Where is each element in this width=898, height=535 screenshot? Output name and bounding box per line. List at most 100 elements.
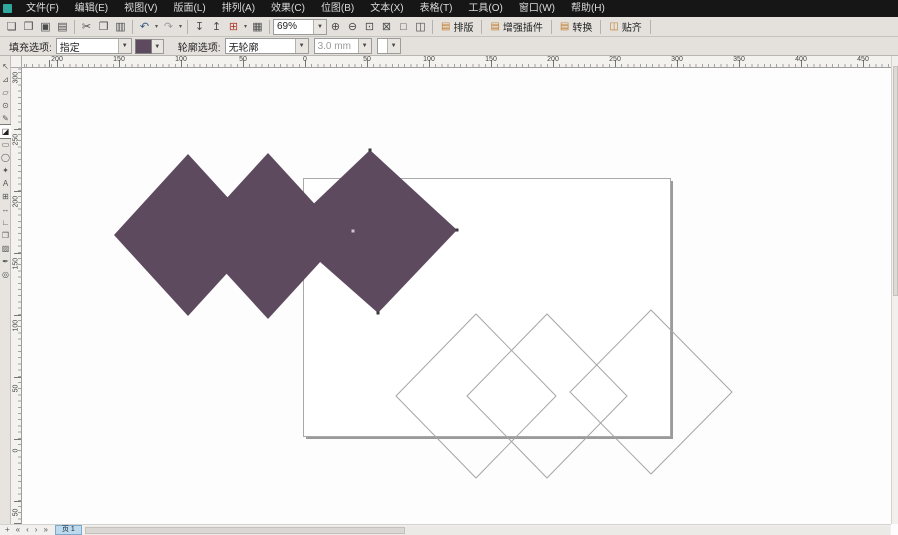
horizontal-scrollbar[interactable] (84, 525, 890, 535)
zoom-out-icon[interactable]: ⊖ (344, 19, 361, 35)
bottom-bar: + «‹ ›» 页 1 (0, 524, 891, 535)
vruler-label: 200 (12, 195, 20, 208)
zoom-all-objects-icon[interactable]: ⊠ (378, 19, 395, 35)
smart-fill-tool[interactable]: ◪ (0, 124, 12, 139)
plugins-button[interactable]: ▤ 增强插件 (485, 18, 547, 36)
ellipse-tool[interactable]: ◯ (0, 151, 11, 164)
chevron-down-icon[interactable]: ▾ (177, 23, 184, 30)
menu-item-10[interactable]: 窗口(W) (511, 0, 563, 17)
outline-mode-combo[interactable]: 无轮廓 ▼ (224, 38, 309, 54)
chevron-down-icon[interactable]: ▼ (313, 19, 326, 34)
paste-icon[interactable]: ▥ (112, 19, 129, 35)
page-nav-button-2[interactable]: ‹ (23, 525, 32, 535)
dimension-tool[interactable]: ↔ (0, 203, 11, 216)
menu-item-0[interactable]: 文件(F) (18, 0, 67, 17)
import-icon[interactable]: ↧ (191, 19, 208, 35)
redo-icon[interactable]: ↷ (160, 19, 177, 35)
menu-item-2[interactable]: 视图(V) (116, 0, 165, 17)
undo-icon[interactable]: ↶ (136, 19, 153, 35)
zoom-selected-icon[interactable]: ⊡ (361, 19, 378, 35)
new-document-icon[interactable]: ❏ (3, 19, 20, 35)
print-icon[interactable]: ▤ (54, 19, 71, 35)
shape-tool[interactable]: ⊿ (0, 73, 11, 86)
crop-tool[interactable]: ▱ (0, 86, 11, 99)
cut-icon[interactable]: ✂ (78, 19, 95, 35)
chevron-down-icon[interactable]: ▼ (294, 39, 308, 53)
hruler-label: 400 (795, 56, 807, 63)
horizontal-scrollbar-thumb[interactable] (84, 526, 405, 534)
chevron-down-icon[interactable]: ▼ (117, 39, 131, 53)
page-nav-button-0[interactable]: + (2, 525, 13, 535)
hruler-label: 200 (51, 56, 63, 63)
menu-item-3[interactable]: 版面(L) (165, 0, 213, 17)
hruler-label: 250 (609, 56, 621, 63)
layout-button[interactable]: ▤ 排版 (436, 18, 478, 36)
connector-tool[interactable]: ∟ (0, 216, 11, 229)
vruler-label: 300 (12, 71, 20, 84)
drawing-surface[interactable] (22, 68, 891, 524)
menu-bar: 文件(F) 编辑(E) 视图(V) 版面(L) 排列(A) 效果(C) 位图(B) 文本(X)… (0, 0, 898, 17)
menu-item-4[interactable]: 排列(A) (214, 0, 263, 17)
zoom-tool[interactable]: ⊙ (0, 99, 11, 112)
polygon-tool[interactable]: ✦ (0, 164, 11, 177)
outline-width-value: 3.0 mm (317, 40, 351, 52)
fill-color-picker[interactable]: ▼ (134, 38, 164, 54)
page-nav-button-4[interactable]: » (40, 525, 50, 535)
copy-icon[interactable]: ❐ (95, 19, 112, 35)
convert-button[interactable]: ▤ 转换 (555, 18, 597, 36)
open-icon[interactable]: ❒ (20, 19, 37, 35)
horizontal-ruler[interactable]: 200 150 100 50 0 50 100 150 200 250 300 350 400 450 (22, 56, 898, 68)
save-icon[interactable]: ▣ (37, 19, 54, 35)
outline-style-combo: ▼ (376, 38, 401, 54)
standard-toolbar: ❏ ❒ ▣ ▤ ✂ ❐ ▥ ↶ ▾ ↷ ▾ ↧ ↥ ⊞ ▾ ▦ 69% ▼ ⊕ ⊖ ⊡ ⊠ □ ◫ ▤ 排版 ▤ 增强插件 ▤ 转… (0, 17, 898, 37)
vertical-scrollbar-thumb[interactable] (893, 66, 898, 296)
menu-item-7[interactable]: 文本(X) (362, 0, 411, 17)
button-label: 增强插件 (502, 23, 543, 34)
drawing-canvas[interactable] (22, 68, 891, 524)
table-tool[interactable]: ⊞ (0, 190, 11, 203)
chevron-down-icon[interactable]: ▼ (151, 38, 164, 54)
fill-color-swatch[interactable] (134, 38, 152, 54)
pick-tool[interactable]: ↖ (0, 60, 11, 73)
chevron-down-icon[interactable]: ▾ (242, 23, 249, 30)
page-nav-button-1[interactable]: « (13, 525, 23, 535)
menu-item-6[interactable]: 位图(B) (313, 0, 362, 17)
rectangle-tool[interactable]: ▭ (0, 138, 11, 151)
hruler-label: 150 (485, 56, 497, 63)
menu-item-1[interactable]: 编辑(E) (67, 0, 116, 17)
layout-icon: ▤ (441, 21, 451, 32)
chevron-down-icon[interactable]: ▾ (153, 23, 160, 30)
menu-item-9[interactable]: 工具(O) (460, 0, 510, 17)
menu-item-5[interactable]: 效果(C) (263, 0, 313, 17)
page-nav-button-3[interactable]: › (32, 525, 41, 535)
snap-button[interactable]: ◫ 贴齐 (604, 18, 646, 36)
selection-node[interactable] (368, 148, 372, 152)
separator (600, 19, 602, 34)
vertical-ruler[interactable]: 300 250 200 150 100 50 0 50 (11, 68, 22, 524)
zoom-in-icon[interactable]: ⊕ (327, 19, 344, 35)
app-icon[interactable] (3, 4, 12, 13)
freehand-tool[interactable]: ✎ (0, 112, 11, 125)
zoom-page-icon[interactable]: □ (395, 19, 412, 35)
vruler-label: 150 (12, 257, 20, 270)
vertical-scrollbar[interactable] (891, 56, 898, 524)
object-center-marker (351, 229, 355, 233)
transparency-tool[interactable]: ▨ (0, 242, 11, 255)
welcome-screen-icon[interactable]: ▦ (249, 19, 266, 35)
outline-pen-tool[interactable]: ◎ (0, 268, 11, 281)
drop-shadow-tool[interactable]: ❐ (0, 229, 11, 242)
page-tab[interactable]: 页 1 (54, 525, 82, 535)
selection-node[interactable] (376, 311, 380, 315)
text-tool[interactable]: A (0, 177, 11, 190)
export-icon[interactable]: ↥ (208, 19, 225, 35)
fill-mode-combo[interactable]: 指定 ▼ (55, 38, 132, 54)
toolbox: ↖ ⊿ ▱ ⊙ ✎ ◪ ▭ ◯ ✦ A ⊞ ↔ ∟ ❐ ▨ ✒ ◎ (0, 56, 12, 524)
zoom-level-combo[interactable]: 69% ▼ (273, 18, 327, 35)
menu-item-11[interactable]: 帮助(H) (563, 0, 613, 17)
menu-item-8[interactable]: 表格(T) (412, 0, 461, 17)
ruler-origin-button[interactable] (11, 56, 22, 68)
eyedropper-tool[interactable]: ✒ (0, 255, 11, 268)
application-launcher-icon[interactable]: ⊞ (225, 19, 242, 35)
selection-node[interactable] (455, 228, 459, 232)
zoom-page-width-icon[interactable]: ◫ (412, 19, 429, 35)
